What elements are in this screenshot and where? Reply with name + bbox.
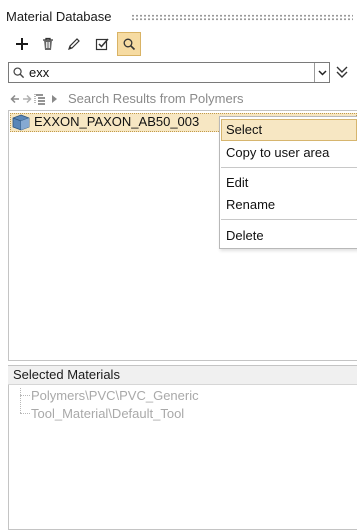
search-field[interactable] [8, 62, 330, 83]
navigation-bar [10, 91, 58, 107]
material-cube-icon [12, 114, 30, 131]
menu-item-delete[interactable]: Delete [221, 225, 357, 247]
chevron-down-icon [317, 69, 327, 76]
pencil-icon [68, 38, 80, 50]
trash-icon [43, 37, 53, 50]
checklist-icon [95, 38, 109, 51]
selected-material-item[interactable]: Tool_Material\Default_Tool [31, 406, 184, 421]
context-menu: Select Copy to user area Edit Rename Del… [219, 116, 357, 249]
menu-item-rename[interactable]: Rename [221, 194, 357, 216]
forward-arrow-icon[interactable] [22, 94, 32, 104]
plus-icon [16, 38, 28, 50]
breadcrumb-arrow-icon [52, 95, 57, 103]
search-history-dropdown[interactable] [314, 63, 329, 82]
search-mode-button[interactable] [117, 32, 141, 56]
tree-connector [20, 395, 30, 396]
expand-options-icon[interactable] [335, 64, 349, 80]
panel-drag-handle[interactable] [131, 14, 353, 21]
list-view-icon[interactable] [34, 93, 48, 105]
result-item-label: EXXON_PAXON_AB50_003 [34, 114, 200, 129]
menu-item-edit[interactable]: Edit [221, 172, 357, 194]
select-material-button[interactable] [90, 32, 114, 56]
selected-materials-list: Polymers\PVC\PVC_Generic Tool_Material\D… [8, 385, 357, 530]
search-input[interactable] [29, 64, 309, 81]
menu-separator [221, 167, 357, 168]
tree-connector [20, 388, 21, 413]
delete-material-button[interactable] [36, 32, 60, 56]
search-icon [123, 38, 136, 51]
menu-item-select[interactable]: Select [221, 119, 357, 141]
search-icon [13, 67, 25, 79]
results-breadcrumb: Search Results from Polymers [68, 91, 244, 106]
menu-separator [221, 219, 357, 220]
panel-title: Material Database [6, 9, 112, 24]
selected-material-item[interactable]: Polymers\PVC\PVC_Generic [31, 388, 199, 403]
tree-connector [20, 413, 30, 414]
menu-item-copy-to-user-area[interactable]: Copy to user area [221, 142, 357, 164]
add-material-button[interactable] [10, 32, 34, 56]
back-arrow-icon[interactable] [10, 94, 20, 104]
selected-materials-title: Selected Materials [13, 367, 120, 382]
edit-material-button[interactable] [62, 32, 86, 56]
